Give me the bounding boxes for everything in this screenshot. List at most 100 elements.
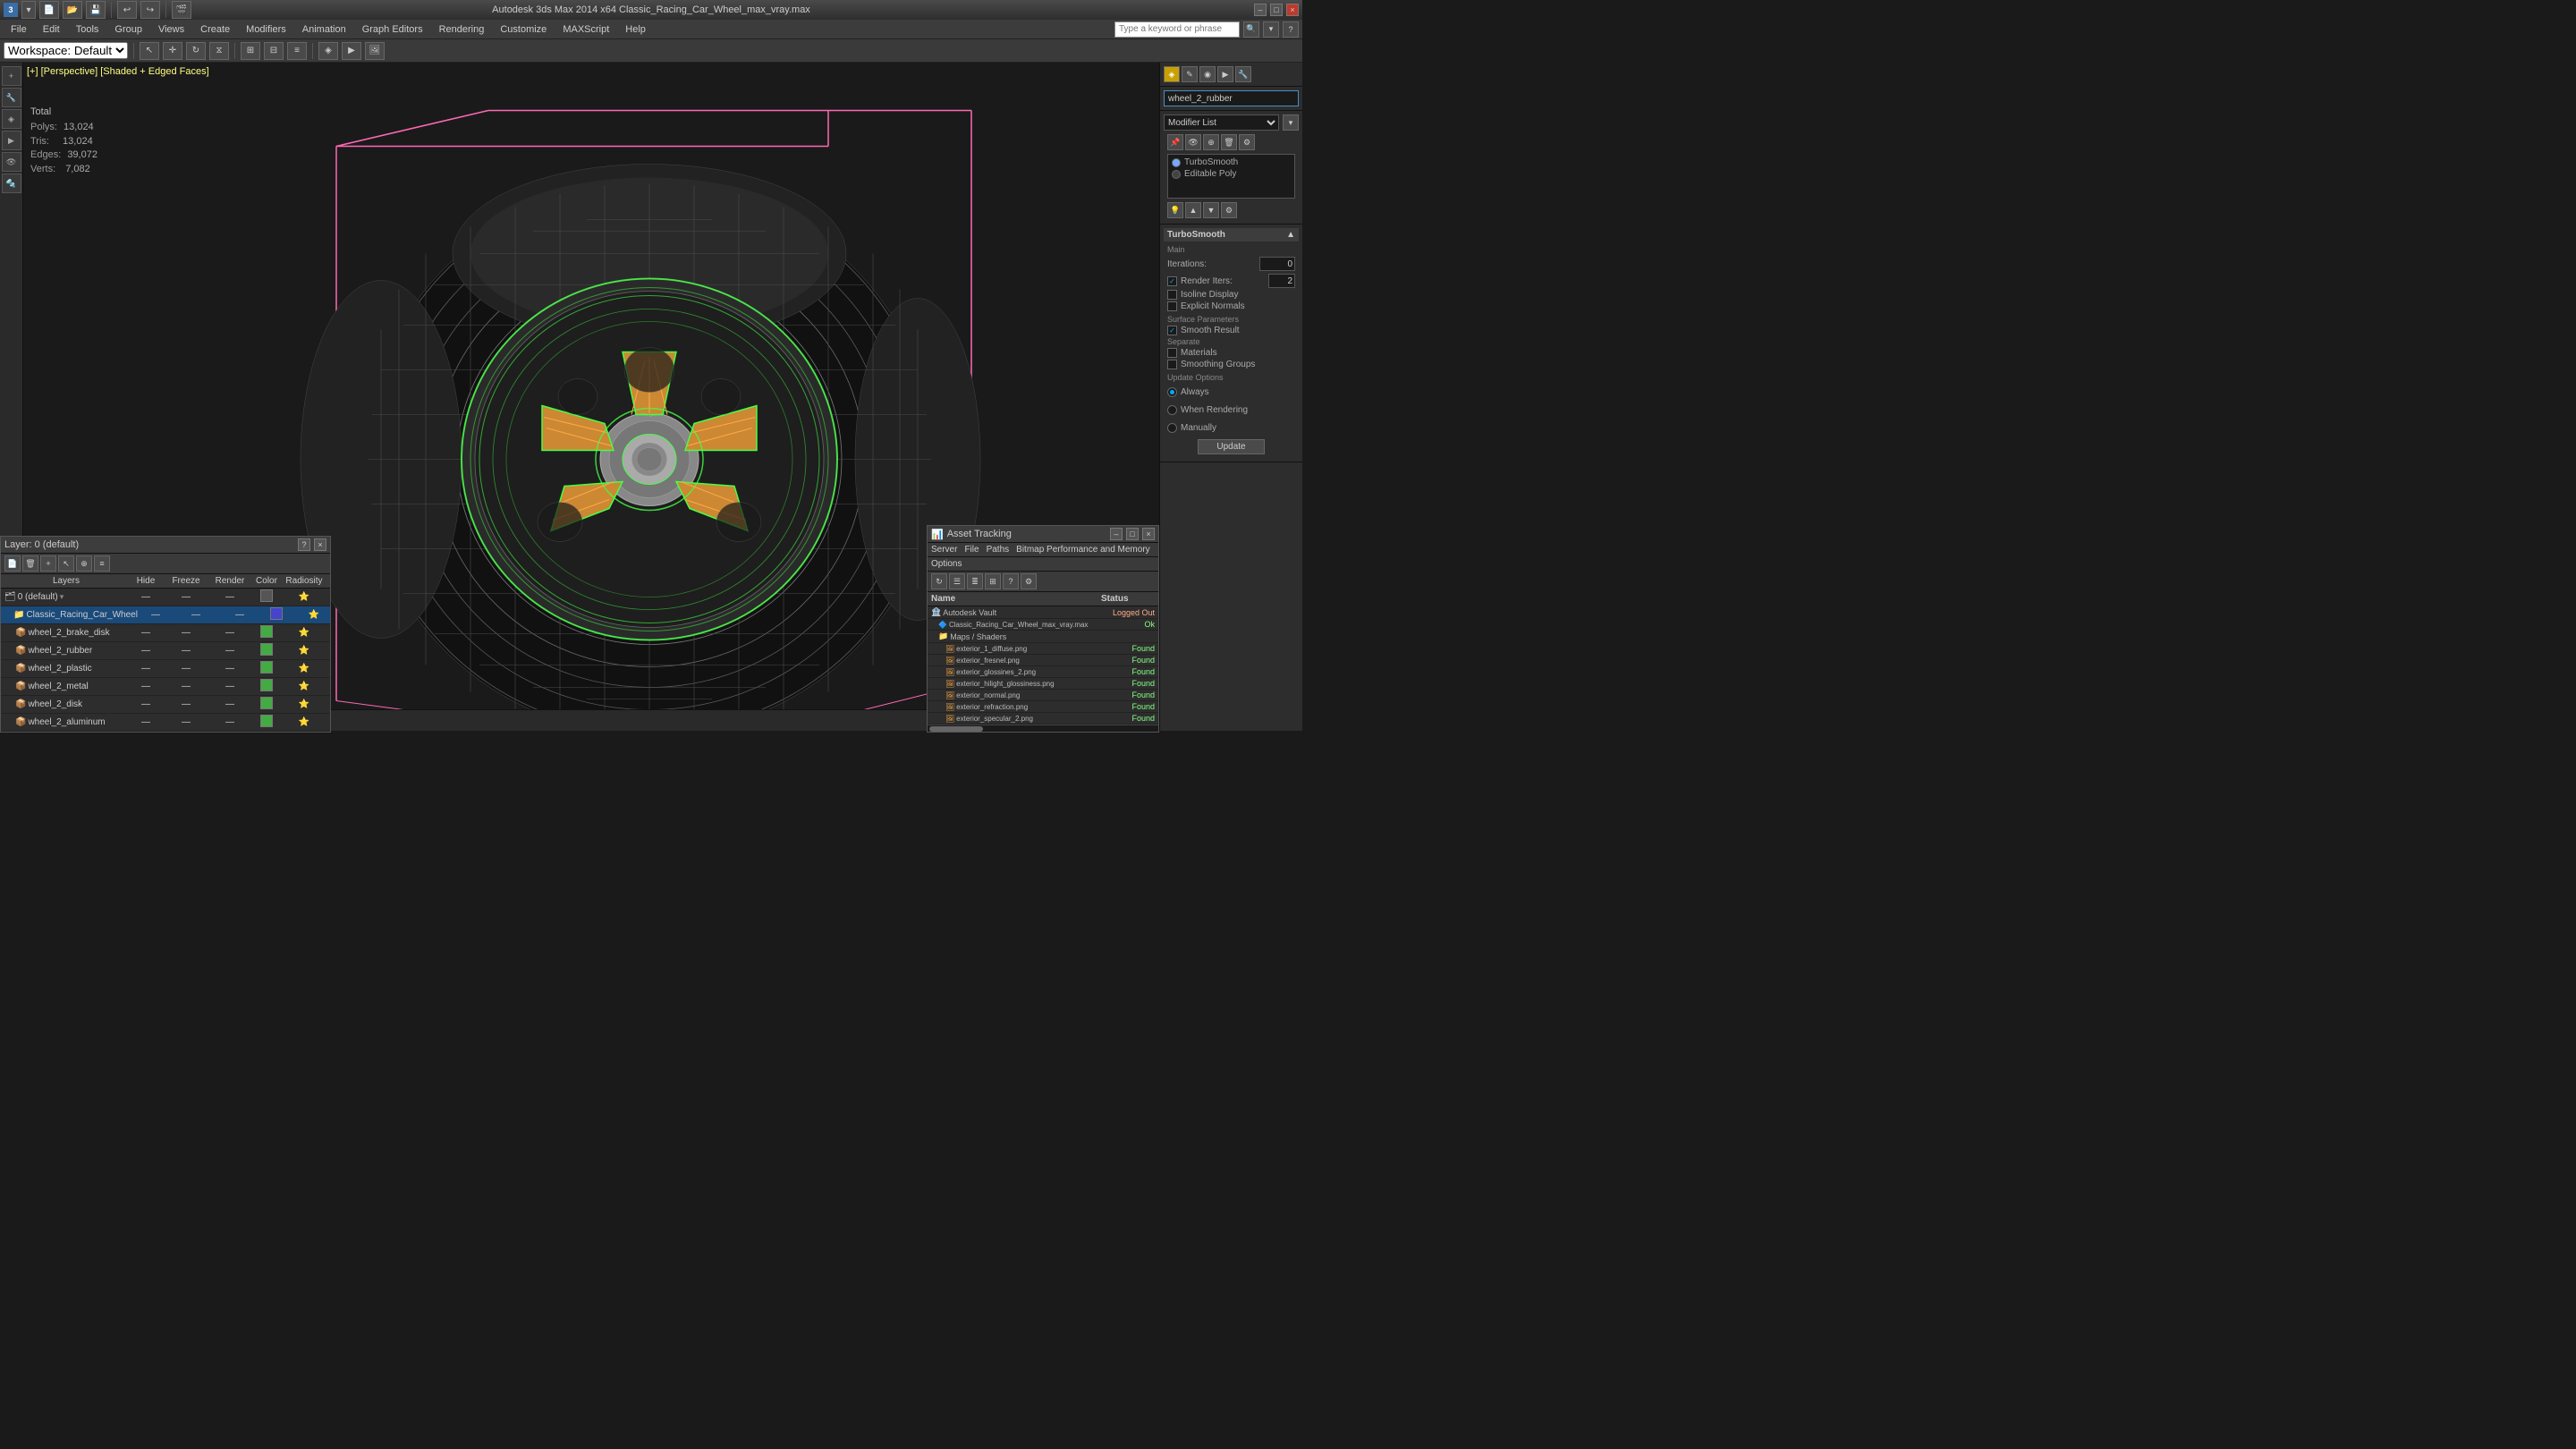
open-btn[interactable]: 📂 [63, 1, 82, 19]
align-btn[interactable]: ≡ [287, 42, 307, 60]
asset-close-btn[interactable]: × [1142, 528, 1155, 540]
iterations-input[interactable] [1259, 257, 1295, 271]
layer-select-objects-btn[interactable]: ↖ [58, 555, 74, 572]
menu-group[interactable]: Group [107, 21, 149, 38]
layer-select-to-layer-btn[interactable]: ⊕ [76, 555, 92, 572]
layer-row-rubber[interactable]: 📦wheel_2_rubber — — — ⭐ [1, 642, 330, 660]
asset-minimize-btn[interactable]: – [1110, 528, 1123, 540]
new-btn[interactable]: 📄 [39, 1, 59, 19]
when-rendering-radio[interactable] [1167, 405, 1177, 415]
utilities-panel-btn[interactable]: 🔩 [2, 174, 21, 193]
layer-color-default[interactable] [251, 589, 282, 605]
pin-btn[interactable]: 📌 [1167, 134, 1183, 150]
redo-btn[interactable]: ↪ [140, 1, 160, 19]
render-iters-input[interactable] [1268, 274, 1295, 288]
layer-panel-question-btn[interactable]: ? [298, 538, 310, 551]
layer-new-btn[interactable]: 📄 [4, 555, 21, 572]
asset-extra-btn[interactable]: ⚙ [1021, 573, 1037, 589]
isoline-checkbox[interactable] [1167, 290, 1177, 300]
asset-row-file[interactable]: 🔷 Classic_Racing_Car_Wheel_max_vray.max … [928, 619, 1158, 631]
system-menu-btn[interactable]: ▾ [21, 1, 36, 19]
asset-restore-btn[interactable]: □ [1126, 528, 1139, 540]
mod-options-btn[interactable]: ⚙ [1221, 202, 1237, 218]
show-result-btn[interactable]: 👁 [1185, 134, 1201, 150]
display-panel-btn[interactable]: 👁 [2, 152, 21, 172]
menu-animation[interactable]: Animation [295, 21, 353, 38]
material-editor-btn[interactable]: ◈ [318, 42, 338, 60]
mod-move-down-btn[interactable]: ▼ [1203, 202, 1219, 218]
asset-list-view-btn[interactable]: ☰ [949, 573, 965, 589]
hierarchy-panel-btn[interactable]: ◈ [2, 109, 21, 129]
display-btn[interactable]: ◉ [1199, 66, 1216, 82]
remove-modifier-btn[interactable]: 🗑 [1221, 134, 1237, 150]
menu-customize[interactable]: Customize [493, 21, 554, 38]
asset-scrollbar[interactable] [928, 724, 1158, 732]
update-button[interactable]: Update [1198, 439, 1264, 454]
asset-expand-all-btn[interactable]: ⊞ [985, 573, 1001, 589]
layer-row-wheel-group[interactable]: 📁Classic_Racing_Car_Wheel — — — ⭐ [1, 606, 330, 624]
mirror-btn[interactable]: ⊟ [264, 42, 284, 60]
undo-btn[interactable]: ↩ [117, 1, 137, 19]
mod-move-up-btn[interactable]: ▲ [1185, 202, 1201, 218]
rotate-btn[interactable]: ↻ [186, 42, 206, 60]
menu-tools[interactable]: Tools [69, 21, 106, 38]
layer-panel-close-btn[interactable]: × [314, 538, 326, 551]
save-btn[interactable]: 💾 [86, 1, 106, 19]
select-btn[interactable]: ↖ [140, 42, 159, 60]
search-options-btn[interactable]: ▾ [1263, 21, 1279, 38]
close-btn[interactable]: × [1286, 4, 1299, 16]
layer-freeze-default[interactable]: — [164, 592, 208, 602]
asset-help-btn[interactable]: ? [1003, 573, 1019, 589]
menu-file[interactable]: File [4, 21, 34, 38]
layer-render-default[interactable]: — [208, 592, 251, 602]
asset-menu-paths[interactable]: Paths [987, 545, 1010, 555]
turbosmooth-collapse-btn[interactable]: ▲ [1286, 230, 1295, 240]
modifier-list-dropdown[interactable]: Modifier List [1164, 114, 1279, 131]
layer-row-default[interactable]: 🗂0 (default) ▾ — — — ⭐ [1, 589, 330, 606]
render-setup-btn[interactable]: 🎬 [172, 1, 191, 19]
menu-help[interactable]: Help [618, 21, 653, 38]
asset-row-vault[interactable]: 🏦 Autodesk Vault Logged Out [928, 606, 1158, 619]
layer-hide-default[interactable]: — [128, 592, 164, 602]
explicit-normals-checkbox[interactable] [1167, 301, 1177, 311]
layer-row-aluminum[interactable]: 📦wheel_2_aluminum — — — ⭐ [1, 714, 330, 732]
move-btn[interactable]: ✛ [163, 42, 182, 60]
modifier-turbosmooth[interactable]: TurboSmooth [1170, 157, 1292, 168]
menu-views[interactable]: Views [151, 21, 191, 38]
render-btn[interactable]: ▶ [342, 42, 361, 60]
layer-expand-btn[interactable]: ≡ [94, 555, 110, 572]
minimize-btn[interactable]: – [1254, 4, 1267, 16]
motion-panel-btn[interactable]: ▶ [2, 131, 21, 150]
menu-graph-editors[interactable]: Graph Editors [355, 21, 430, 38]
asset-menu-bitmap[interactable]: Bitmap Performance and Memory [1016, 545, 1150, 555]
asset-refresh-btn[interactable]: ↻ [931, 573, 947, 589]
workspace-dropdown[interactable]: Workspace: Default [4, 42, 128, 59]
color-btn[interactable]: ◈ [1164, 66, 1180, 82]
modify-panel-btn[interactable]: 🔧 [2, 88, 21, 107]
layer-radiosity-default[interactable]: ⭐ [282, 592, 326, 602]
configure-btn[interactable]: ⚙ [1239, 134, 1255, 150]
layer-row-plastic[interactable]: 📦wheel_2_plastic — — — ⭐ [1, 660, 330, 678]
util-btn[interactable]: 🔧 [1235, 66, 1251, 82]
motion-btn[interactable]: ▶ [1217, 66, 1233, 82]
mod-lightbulb-btn[interactable]: 💡 [1167, 202, 1183, 218]
render-iters-checkbox[interactable]: ✓ [1167, 276, 1177, 286]
asset-menu-server[interactable]: Server [931, 545, 957, 555]
menu-maxscript[interactable]: MAXScript [555, 21, 616, 38]
menu-rendering[interactable]: Rendering [432, 21, 492, 38]
asset-detail-view-btn[interactable]: ≣ [967, 573, 983, 589]
layer-row-metal[interactable]: 📦wheel_2_metal — — — ⭐ [1, 678, 330, 696]
snap-btn[interactable]: ⊞ [241, 42, 260, 60]
modifier-list-expand-btn[interactable]: ▾ [1283, 114, 1299, 131]
asset-row-hilight[interactable]: 🖼 exterior_hilight_glossiness.png Found [928, 678, 1158, 690]
type-btn[interactable]: ✎ [1182, 66, 1198, 82]
layer-delete-btn[interactable]: 🗑 [22, 555, 38, 572]
asset-row-maps-folder[interactable]: 📁 Maps / Shaders [928, 631, 1158, 643]
asset-row-refraction[interactable]: 🖼 exterior_refraction.png Found [928, 701, 1158, 713]
manually-radio[interactable] [1167, 423, 1177, 433]
asset-row-fresnel[interactable]: 🖼 exterior_fresnel.png Found [928, 655, 1158, 666]
menu-edit[interactable]: Edit [36, 21, 67, 38]
asset-row-glossines[interactable]: 🖼 exterior_glossines_2.png Found [928, 666, 1158, 678]
layer-row-brake-disk[interactable]: 📦wheel_2_brake_disk — — — ⭐ [1, 624, 330, 642]
layer-add-objects-btn[interactable]: + [40, 555, 56, 572]
